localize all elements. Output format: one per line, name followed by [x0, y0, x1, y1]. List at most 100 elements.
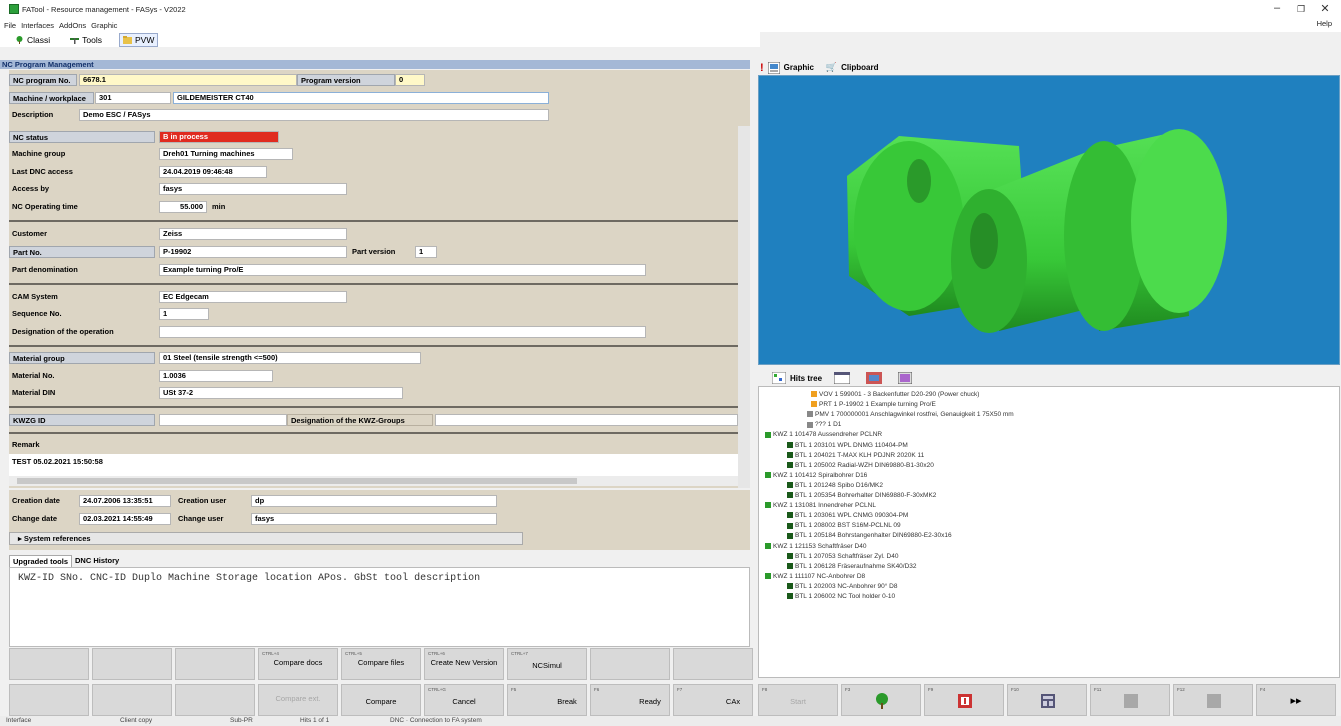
3d-part-view[interactable] [758, 75, 1340, 365]
fkey-empty[interactable] [92, 648, 172, 680]
menu-graphic[interactable]: Graphic [91, 21, 117, 30]
machine-no-field[interactable]: 301 [95, 92, 171, 104]
sequence-field[interactable]: 1 [159, 308, 209, 320]
remark-textarea[interactable]: TEST 05.02.2021 15:50:58 [9, 454, 738, 476]
cam-field[interactable]: EC Edgecam [159, 291, 347, 303]
tab-tools[interactable]: Tools [67, 34, 105, 46]
part-no-field[interactable]: P-19902 [159, 246, 347, 258]
fkey-empty[interactable] [590, 648, 670, 680]
menu-help[interactable]: Help [1317, 19, 1332, 28]
change-date-field[interactable]: 02.03.2021 14:55:49 [79, 513, 171, 525]
image-list-icon[interactable] [866, 372, 883, 384]
ncsimul-button[interactable]: CTRL+7 NCSimul [507, 648, 587, 680]
tab-upgraded-tools[interactable]: Upgraded tools [9, 555, 73, 567]
op-time-field[interactable]: 55.000 [159, 201, 207, 213]
cax-button[interactable]: F7 CAx [673, 684, 753, 716]
tree-item[interactable]: PRT 1 P-19902 1 Example turning Pro/E [811, 400, 936, 409]
tree-node-tool[interactable]: KWZ 1 121153 Schaftfräser D40 [765, 542, 866, 551]
vertical-scrollbar[interactable] [738, 126, 750, 488]
material-no-field[interactable]: 1.0036 [159, 370, 273, 382]
tree-node-tool[interactable]: KWZ 1 111107 NC-Anbohrer D8 [765, 572, 865, 581]
tree-item[interactable]: BTL 1 208002 BST S16M-PCLNL 09 [787, 521, 901, 530]
fkey-empty[interactable] [9, 648, 89, 680]
access-by-field[interactable]: fasys [159, 183, 347, 195]
tab-pvw[interactable]: PVW [119, 32, 159, 47]
compare-ext-button[interactable]: Compare ext. [258, 684, 338, 716]
tree-item[interactable]: BTL 1 202003 NC-Anbohrer 90° D8 [787, 582, 897, 591]
compare-docs-button[interactable]: CTRL+4 Compare docs [258, 648, 338, 680]
last-dnc-field[interactable]: 24.04.2019 09:46:48 [159, 166, 267, 178]
compare-button[interactable]: Compare [341, 684, 421, 716]
tree-item[interactable]: ??? 1 D1 [807, 420, 841, 429]
machine-name-field[interactable]: GILDEMEISTER CT40 [173, 92, 549, 104]
tab-classi[interactable]: Classi [12, 34, 53, 46]
calculator-button[interactable]: F10 [1007, 684, 1087, 716]
machine-group-field[interactable]: Dreh01 Turning machines [159, 148, 293, 160]
system-references-toggle[interactable]: ▸ System references [9, 532, 523, 545]
tab-hits-tree[interactable]: Hits tree [790, 374, 822, 383]
tree-item[interactable]: BTL 1 205184 Bohrstangenhalter DIN69880-… [787, 531, 952, 540]
restore-button[interactable]: ❐ [1293, 4, 1309, 15]
material-din-field[interactable]: USt 37-2 [159, 387, 403, 399]
tree-node-tool[interactable]: KWZ 1 101478 Aussendreher PCLNR [765, 430, 882, 439]
create-new-version-button[interactable]: CTRL+6 Create New Version [424, 648, 504, 680]
table-icon[interactable] [834, 372, 851, 384]
part-denom-field[interactable]: Example turning Pro/E [159, 264, 646, 276]
fkey-empty[interactable] [673, 648, 753, 680]
gallery-icon[interactable] [898, 372, 913, 384]
status-left: Interface [6, 717, 32, 724]
tree-node-tool[interactable]: KWZ 1 131081 Innendreher PCLNL [765, 501, 876, 510]
customer-field[interactable]: Zeiss [159, 228, 347, 240]
nc-status-field[interactable]: B in process [159, 131, 279, 143]
change-user-field[interactable]: fasys [251, 513, 497, 525]
hits-tree[interactable]: VOV 1 599001 - 3 Backenfutter D20-290 (P… [758, 386, 1340, 678]
help-book-button[interactable]: F9 [924, 684, 1004, 716]
tree-item[interactable]: BTL 1 205354 Bohrerhalter DIN69880-F-30x… [787, 491, 936, 500]
f11-button[interactable]: F11 [1090, 684, 1170, 716]
tree-item[interactable]: BTL 1 203061 WPL CNMG 090304-PM [787, 511, 908, 520]
part-version-field[interactable]: 1 [415, 246, 437, 258]
tree-item[interactable]: BTL 1 206128 Fräseraufnahme SK40/D32 [787, 562, 917, 571]
menu-file[interactable]: File [4, 21, 16, 30]
start-button[interactable]: F8 Start [758, 684, 838, 716]
kwzg-field[interactable] [159, 414, 287, 426]
tab-graphic[interactable]: Graphic [784, 63, 814, 72]
tree-item[interactable]: PMV 1 700000001 Anschlagwinkel rostfrei,… [807, 410, 1014, 419]
fkey-empty[interactable] [175, 684, 255, 716]
tool-list[interactable]: KWZ-ID SNo. CNC-ID Duplo Machine Storage… [9, 567, 750, 647]
creation-date-field[interactable]: 24.07.2006 13:35:51 [79, 495, 171, 507]
tree-item[interactable]: VOV 1 599001 - 3 Backenfutter D20-290 (P… [811, 390, 979, 399]
material-group-field[interactable]: 01 Steel (tensile strength <=500) [159, 352, 421, 364]
fkey-empty[interactable] [9, 684, 89, 716]
menu-addons[interactable]: AddOns [59, 21, 86, 30]
tree-node-tool[interactable]: KWZ 1 101412 Spiralbohrer D16 [765, 471, 867, 480]
break-button[interactable]: F5 Break [507, 684, 587, 716]
ready-button[interactable]: F6 Ready [590, 684, 670, 716]
kwz-groups-field[interactable] [435, 414, 738, 426]
nc-program-no-field[interactable]: 6678.1 [79, 74, 297, 86]
compare-files-button[interactable]: CTRL+5 Compare files [341, 648, 421, 680]
menu-interfaces[interactable]: Interfaces [21, 21, 54, 30]
minimize-button[interactable]: – [1269, 2, 1285, 14]
next-button[interactable]: F4 ▸▸ [1256, 684, 1336, 716]
description-field[interactable]: Demo ESC / FASys [79, 109, 549, 121]
scroll-thumb[interactable] [17, 478, 577, 484]
tree-item[interactable]: BTL 1 207053 Schaftfräser Zyl. D40 [787, 552, 898, 561]
tree-item[interactable]: BTL 1 205002 Radial-WZH DIN69880-B1-30x2… [787, 461, 934, 470]
cancel-button[interactable]: CTRL+G Cancel [424, 684, 504, 716]
horizontal-scrollbar[interactable] [9, 476, 738, 486]
tree-item[interactable]: BTL 1 201248 Spibo D16/MK2 [787, 481, 883, 490]
tree-item[interactable]: BTL 1 206002 NC Tool holder 0-10 [787, 592, 895, 601]
fkey-empty[interactable] [175, 648, 255, 680]
designation-op-field[interactable] [159, 326, 646, 338]
tree-item[interactable]: BTL 1 203101 WPL DNMG 110404-PM [787, 441, 908, 450]
tree-view-button[interactable]: F3 [841, 684, 921, 716]
close-button[interactable]: ✕ [1317, 2, 1333, 15]
tab-clipboard[interactable]: Clipboard [841, 63, 878, 72]
creation-user-field[interactable]: dp [251, 495, 497, 507]
fkey-empty[interactable] [92, 684, 172, 716]
tab-dnc-history[interactable]: DNC History [72, 555, 122, 567]
f12-button[interactable]: F12 [1173, 684, 1253, 716]
program-version-field[interactable]: 0 [395, 74, 425, 86]
tree-item[interactable]: BTL 1 204021 T-MAX KLH PDJNR 2020K 11 [787, 451, 924, 460]
